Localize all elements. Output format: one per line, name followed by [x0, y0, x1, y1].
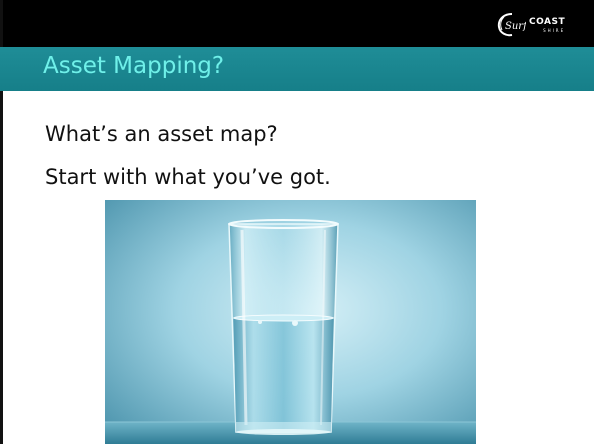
- slide: Surf COAST SHIRE Asset Mapping? What’s a…: [0, 0, 594, 444]
- logo-sub-text: SHIRE: [543, 27, 566, 33]
- logo-script-text: Surf: [505, 21, 526, 32]
- bullet-1: What’s an asset map?: [45, 122, 278, 146]
- logo-wave-icon: Surf: [497, 13, 526, 37]
- slide-title: Asset Mapping?: [43, 53, 225, 79]
- bullet-2: Start with what you’ve got.: [45, 165, 331, 189]
- surf-coast-shire-logo: Surf COAST SHIRE: [496, 12, 565, 38]
- glass-of-water-image: [105, 200, 476, 444]
- logo-main-text: COAST: [529, 16, 566, 27]
